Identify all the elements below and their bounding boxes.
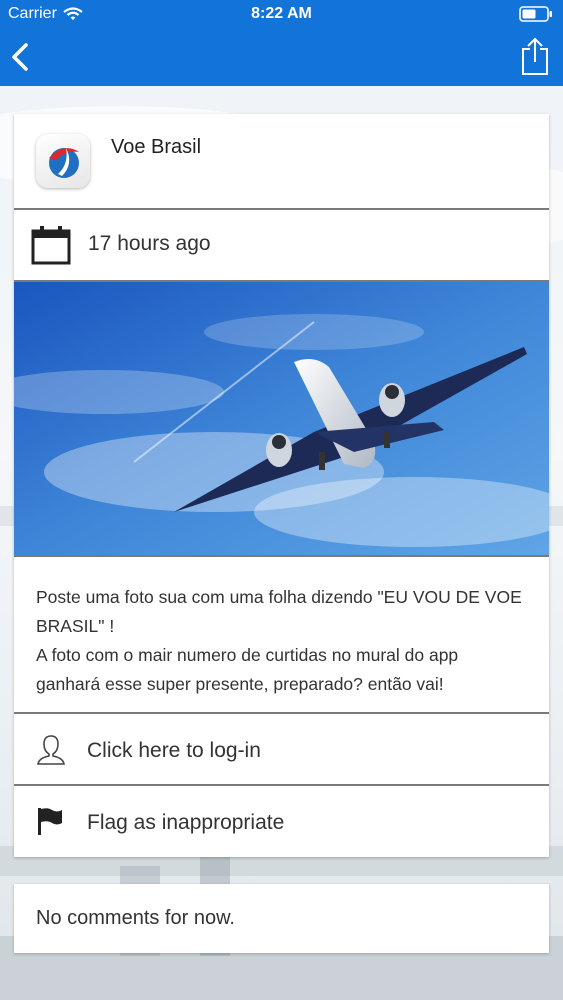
back-button[interactable] bbox=[8, 40, 36, 74]
post-date-row: 17 hours ago bbox=[14, 210, 549, 282]
flag-button[interactable]: Flag as inappropriate bbox=[14, 786, 549, 857]
airplane-photo bbox=[14, 282, 549, 555]
share-icon bbox=[522, 37, 548, 75]
author-name: Voe Brasil bbox=[111, 136, 202, 158]
user-icon bbox=[37, 735, 65, 765]
post-paragraph: A foto com o mair numero de curtidas no … bbox=[36, 645, 459, 694]
login-label: Click here to log-in bbox=[87, 739, 261, 762]
post-image[interactable] bbox=[14, 282, 549, 557]
post-body: Poste uma foto sua com uma folha dizendo… bbox=[14, 557, 549, 714]
flag-icon bbox=[38, 808, 62, 835]
status-time: 8:22 AM bbox=[251, 5, 312, 22]
post-header: Voe Brasil bbox=[14, 114, 549, 210]
post-paragraph: Poste uma foto sua com uma folha dizendo… bbox=[36, 587, 522, 636]
chevron-left-icon bbox=[12, 43, 28, 71]
post-card: Voe Brasil 17 hours ago Poste uma foto s… bbox=[14, 114, 549, 857]
share-button[interactable] bbox=[519, 36, 551, 76]
calendar-icon bbox=[31, 226, 71, 265]
battery-icon bbox=[519, 6, 553, 27]
brand-logo[interactable] bbox=[36, 134, 90, 188]
post-text: Poste uma foto sua com uma folha dizendo… bbox=[36, 583, 525, 699]
post-timestamp: 17 hours ago bbox=[88, 232, 211, 255]
no-comments-text: No comments for now. bbox=[36, 907, 235, 929]
flag-label: Flag as inappropriate bbox=[87, 811, 285, 834]
navigation-bar bbox=[0, 30, 563, 86]
login-button[interactable]: Click here to log-in bbox=[14, 714, 549, 786]
status-bar: Carrier 8:22 AM bbox=[0, 0, 563, 30]
comments-card: No comments for now. bbox=[14, 884, 549, 953]
